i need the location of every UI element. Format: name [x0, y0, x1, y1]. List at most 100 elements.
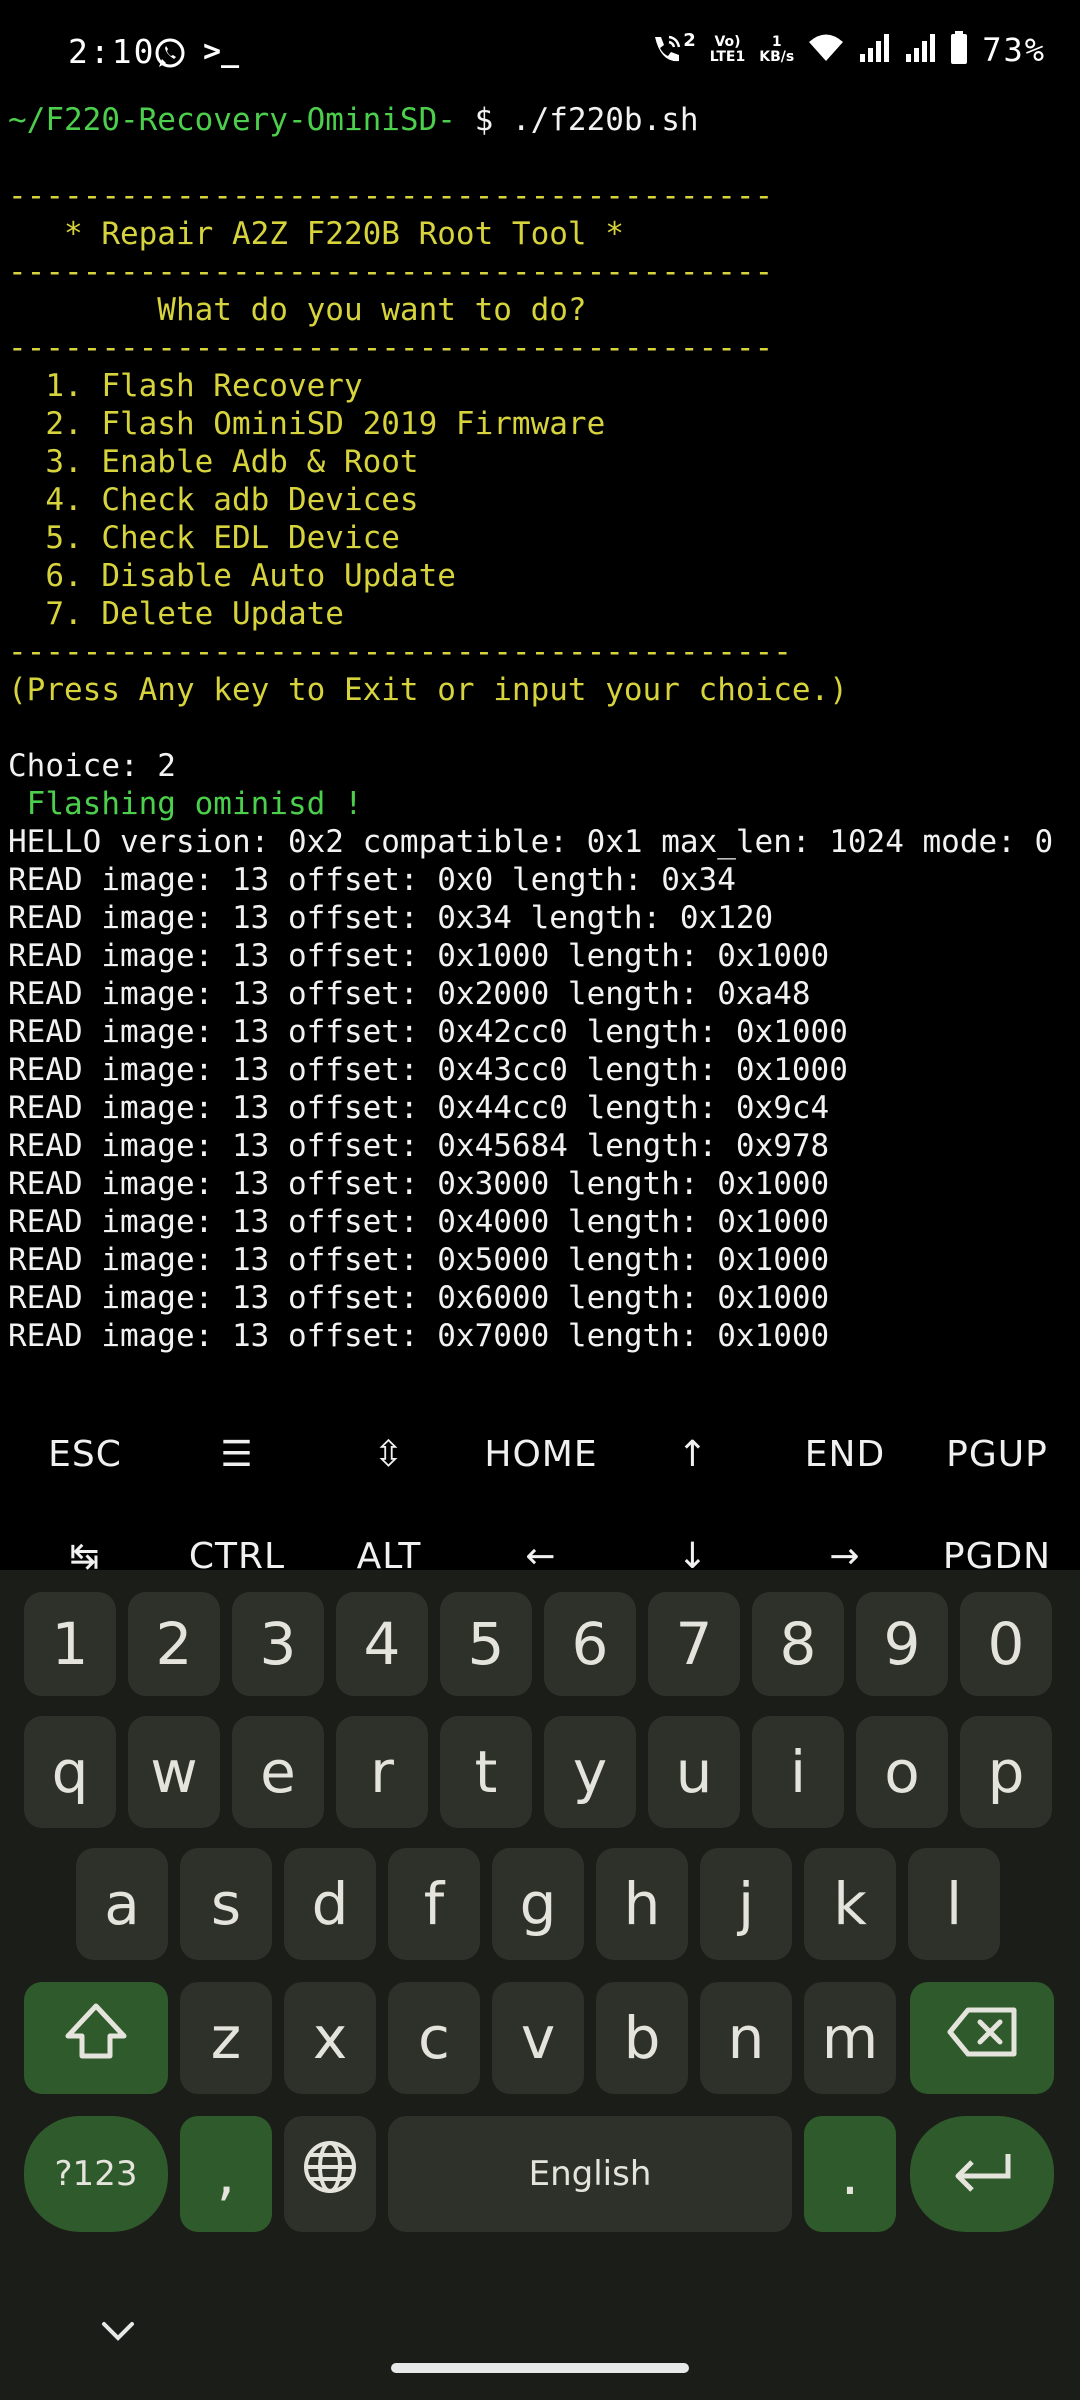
- terminal-line-text: 7. Delete Update: [8, 596, 344, 632]
- backspace-key[interactable]: [910, 1982, 1054, 2094]
- comma-key[interactable]: ,: [180, 2116, 272, 2232]
- key-9[interactable]: 9: [856, 1592, 948, 1696]
- key-6[interactable]: 6: [544, 1592, 636, 1696]
- key-u[interactable]: u: [648, 1716, 740, 1828]
- period-key[interactable]: .: [804, 2116, 896, 2232]
- network-speed-value: 1: [771, 34, 782, 50]
- key-c[interactable]: c: [388, 1982, 480, 2094]
- key-h[interactable]: h: [596, 1848, 688, 1960]
- key-n[interactable]: n: [700, 1982, 792, 2094]
- key-p[interactable]: p: [960, 1716, 1052, 1828]
- key-1[interactable]: 1: [24, 1592, 116, 1696]
- terminal-line-text: 3. Enable Adb & Root: [8, 444, 419, 480]
- terminal-line-text: ~/F220-Recovery-OminiSD-: [8, 102, 475, 138]
- terminal-line: ----------------------------------------…: [8, 633, 792, 671]
- extra-key-end[interactable]: END: [769, 1414, 921, 1494]
- terminal-line: ~/F220-Recovery-OminiSD- $ ./f220b.sh: [8, 101, 699, 139]
- terminal-line-text: READ image: 13 offset: 0x34 length: 0x12…: [8, 900, 774, 936]
- terminal-line: READ image: 13 offset: 0x4000 length: 0x…: [8, 1203, 829, 1241]
- terminal-output[interactable]: ~/F220-Recovery-OminiSD- $ ./f220b.sh ---…: [0, 88, 1080, 1356]
- key-r[interactable]: r: [336, 1716, 428, 1828]
- volte-top: Vo): [714, 34, 741, 50]
- key-x[interactable]: x: [284, 1982, 376, 2094]
- key-e[interactable]: e: [232, 1716, 324, 1828]
- status-right: 2 Vo) LTE1 1 KB/s 73%: [649, 30, 1046, 70]
- terminal-line-text: Flashing ominisd !: [8, 786, 363, 822]
- terminal-line-text: READ image: 13 offset: 0x3000 length: 0x…: [8, 1166, 830, 1202]
- terminal-line-text: READ image: 13 offset: 0x1000 length: 0x…: [8, 938, 830, 974]
- terminal-line: READ image: 13 offset: 0x6000 length: 0x…: [8, 1279, 829, 1317]
- terminal-line: READ image: 13 offset: 0x34 length: 0x12…: [8, 899, 773, 937]
- key-v[interactable]: v: [492, 1982, 584, 2094]
- key-d[interactable]: d: [284, 1848, 376, 1960]
- extra-key-pgup[interactable]: PGUP: [921, 1414, 1073, 1494]
- wifi-icon: [808, 33, 844, 67]
- extra-key-esc[interactable]: ESC: [9, 1414, 161, 1494]
- key-z[interactable]: z: [180, 1982, 272, 2094]
- terminal-line-text: Choice: 2: [8, 748, 176, 784]
- key-i[interactable]: i: [752, 1716, 844, 1828]
- key-t[interactable]: t: [440, 1716, 532, 1828]
- terminal-line: 3. Enable Adb & Root: [8, 443, 419, 481]
- language-key[interactable]: [284, 2116, 376, 2232]
- key-l[interactable]: l: [908, 1848, 1000, 1960]
- key-3[interactable]: 3: [232, 1592, 324, 1696]
- terminal-line: ----------------------------------------…: [8, 329, 773, 367]
- key-5[interactable]: 5: [440, 1592, 532, 1696]
- battery-percent: 73%: [982, 31, 1046, 69]
- terminal-line: READ image: 13 offset: 0x43cc0 length: 0…: [8, 1051, 848, 1089]
- extra-key-menu[interactable]: ☰: [161, 1414, 313, 1494]
- terminal-line-text: 6. Disable Auto Update: [8, 558, 456, 594]
- hide-keyboard-chevron-icon[interactable]: [98, 2318, 138, 2350]
- terminal-line-text: 2. Flash OminiSD 2019 Firmware: [8, 406, 606, 442]
- terminal-line: (Press Any key to Exit or input your cho…: [8, 671, 848, 709]
- volte-bottom: LTE1: [709, 49, 746, 65]
- key-w[interactable]: w: [128, 1716, 220, 1828]
- key-a[interactable]: a: [76, 1848, 168, 1960]
- key-7[interactable]: 7: [648, 1592, 740, 1696]
- key-y[interactable]: y: [544, 1716, 636, 1828]
- terminal-line: READ image: 13 offset: 0x0 length: 0x34: [8, 861, 736, 899]
- terminal-line: READ image: 13 offset: 0x3000 length: 0x…: [8, 1165, 829, 1203]
- gesture-nav-handle[interactable]: [391, 2363, 689, 2373]
- terminal-line: 5. Check EDL Device: [8, 519, 400, 557]
- enter-key[interactable]: [910, 2116, 1054, 2232]
- terminal-line-text: READ image: 13 offset: 0x4000 length: 0x…: [8, 1204, 830, 1240]
- terminal-line-text: 4. Check adb Devices: [8, 482, 419, 518]
- key-8[interactable]: 8: [752, 1592, 844, 1696]
- key-0[interactable]: 0: [960, 1592, 1052, 1696]
- space-key-label: English: [528, 2154, 652, 2194]
- key-b[interactable]: b: [596, 1982, 688, 2094]
- symbols-key-label: ?123: [54, 2154, 138, 2194]
- extra-key-up[interactable]: ↑: [617, 1414, 769, 1494]
- key-m[interactable]: m: [804, 1982, 896, 2094]
- terminal-line-text: ----------------------------------------…: [8, 634, 792, 670]
- terminal-line: 6. Disable Auto Update: [8, 557, 456, 595]
- key-4[interactable]: 4: [336, 1592, 428, 1696]
- terminal-line: READ image: 13 offset: 0x44cc0 length: 0…: [8, 1089, 829, 1127]
- key-j[interactable]: j: [700, 1848, 792, 1960]
- extra-keys-bar: ESC ☰ ⇳ HOME ↑ END PGUP ↹ CTRL ALT ← ↓ → PGDN: [0, 1356, 1080, 1577]
- key-s[interactable]: s: [180, 1848, 272, 1960]
- symbols-key[interactable]: ?123: [24, 2116, 168, 2232]
- key-2[interactable]: 2: [128, 1592, 220, 1696]
- extra-key-home[interactable]: HOME: [465, 1414, 617, 1494]
- key-q[interactable]: q: [24, 1716, 116, 1828]
- extra-key-toggle[interactable]: ⇳: [313, 1414, 465, 1494]
- terminal-icon: >_: [203, 34, 240, 69]
- shift-key[interactable]: [24, 1982, 168, 2094]
- wifi-calling-icon: 2: [649, 32, 696, 67]
- key-g[interactable]: g: [492, 1848, 584, 1960]
- key-o[interactable]: o: [856, 1716, 948, 1828]
- signal-1-icon: [858, 32, 890, 68]
- whatsapp-icon: [153, 37, 187, 75]
- terminal-line-text: HELLO version: 0x2 compatible: 0x1 max_l…: [8, 824, 1054, 860]
- network-speed: 1 KB/s: [759, 35, 794, 65]
- space-key[interactable]: English: [388, 2116, 792, 2232]
- key-f[interactable]: f: [388, 1848, 480, 1960]
- terminal-line: ----------------------------------------…: [8, 253, 773, 291]
- terminal-line: 1. Flash Recovery: [8, 367, 362, 405]
- key-k[interactable]: k: [804, 1848, 896, 1960]
- enter-icon: [950, 2140, 1014, 2208]
- shift-icon: [64, 2002, 128, 2074]
